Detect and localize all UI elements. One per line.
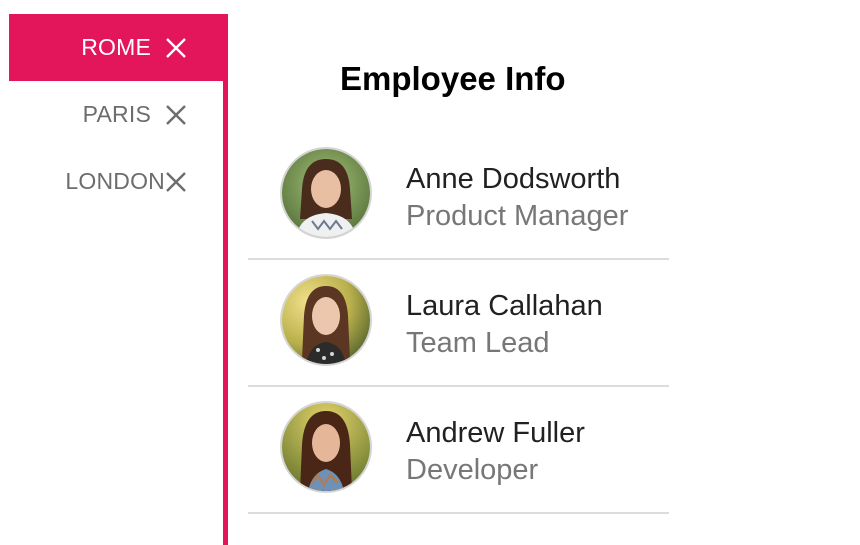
employee-list: Anne Dodsworth Product Manager Laura Cal…: [248, 137, 669, 518]
employee-name: Andrew Fuller: [406, 417, 585, 449]
list-item[interactable]: Andrew Fuller Developer: [248, 391, 669, 514]
tab-label: LONDON: [65, 168, 165, 194]
tab-london[interactable]: LONDON: [9, 148, 223, 215]
employee-role: Team Lead: [406, 327, 550, 359]
avatar: [280, 274, 372, 366]
tab-label: ROME: [81, 34, 151, 60]
employee-role: Product Manager: [406, 200, 629, 232]
close-icon[interactable]: [165, 37, 187, 59]
tab-label: PARIS: [82, 101, 151, 127]
employee-role: Developer: [406, 454, 539, 486]
tab-paris[interactable]: PARIS: [9, 81, 223, 148]
avatar: [280, 147, 372, 239]
page-title: Employee Info: [340, 60, 566, 97]
avatar: [280, 401, 372, 493]
tab-rome[interactable]: ROME: [9, 14, 228, 81]
close-icon[interactable]: [165, 104, 187, 126]
employee-name: Anne Dodsworth: [406, 163, 621, 195]
list-item[interactable]: Laura Callahan Team Lead: [248, 264, 669, 387]
employee-name: Laura Callahan: [406, 290, 603, 322]
vertical-tab-bar: ROME PARIS LONDON: [9, 14, 228, 545]
close-icon[interactable]: [165, 171, 187, 193]
list-item[interactable]: Anne Dodsworth Product Manager: [248, 137, 669, 260]
